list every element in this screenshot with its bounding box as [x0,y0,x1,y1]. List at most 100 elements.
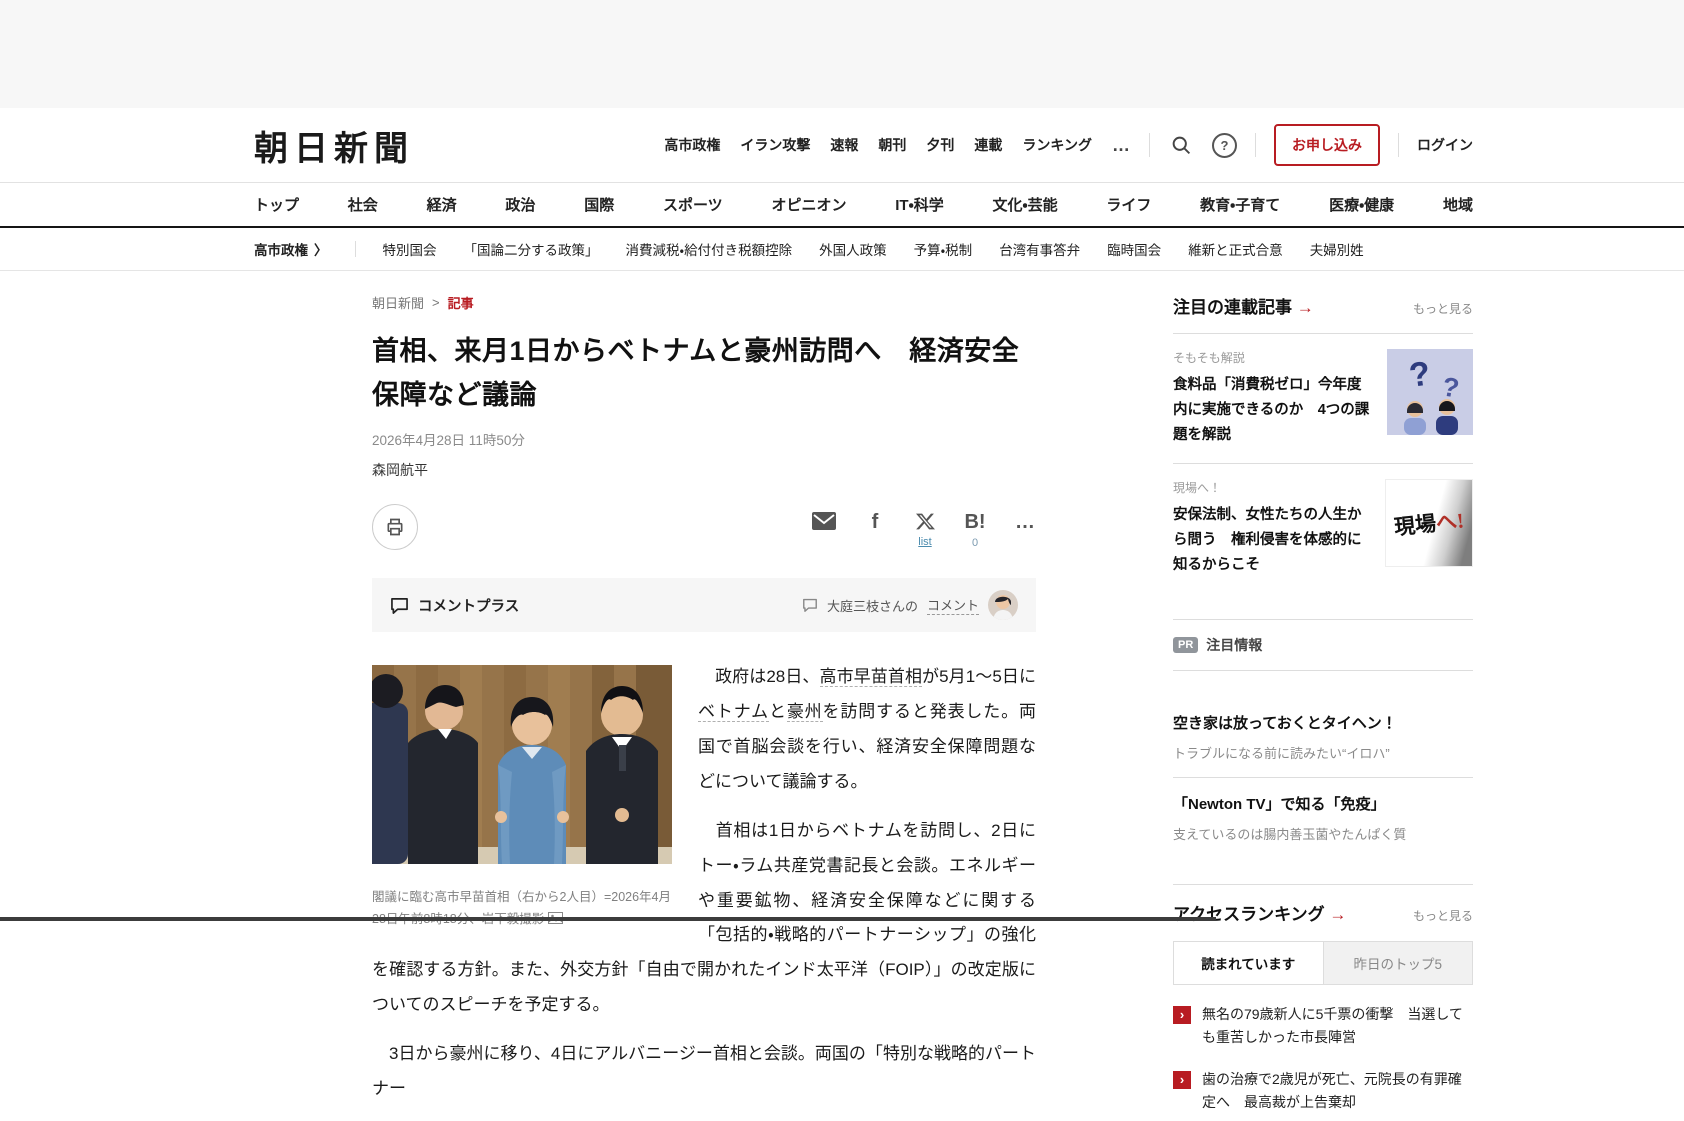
comment-plus-bar: コメントプラス 大庭三枝さんの コメント [372,578,1036,633]
featured-article-1[interactable]: そもそも解説 食料品「消費税ゼロ」今年度内に実施できるのか 4つの課題を解説 ?… [1173,349,1473,448]
subnav-item[interactable]: 予算・税制 [914,239,973,259]
share-more-button[interactable]: … [1014,512,1036,532]
chevron-right-icon: › [1173,1005,1191,1024]
keyword-link[interactable]: 高市早苗首相 [819,667,923,688]
subnav-item[interactable]: 夫婦別姓 [1310,239,1364,259]
subnav-item[interactable]: 特別国会 [383,239,437,259]
cabinet-meeting-photo[interactable] [360,665,672,865]
chevron-right-icon: › [1173,1070,1191,1089]
more-menu-icon[interactable]: … [1112,135,1131,156]
global-nav-item[interactable]: 文化・芸能 [992,194,1057,215]
article-body: 閣議に臨む高市早苗首相（右から2人目）=2026年4月28日午前8時18分、岩下… [360,660,1036,1106]
global-nav-item[interactable]: 地域 [1443,194,1473,215]
ranking-item[interactable]: › 歯の治療で2歳児が死亡、元院長の有罪確定へ 最高裁が上告棄却 [1173,1068,1473,1115]
speech-bubble-icon [803,599,817,613]
keyword-link[interactable]: ベトナム [698,702,769,723]
commenter-comment-link[interactable]: コメント [926,595,979,616]
featured-article-thumbnail: 現場へ! [1385,478,1473,567]
pr-item-1[interactable]: 空き家は放っておくとタイヘン！ トラブルになる前に読みたい“イロハ” [1173,712,1473,762]
divider [1255,133,1256,157]
question-marks-illustration: ?? [1387,349,1473,435]
printer-icon [387,519,403,536]
ranking-tabs: 読まれています 昨日のトップ5 [1173,940,1473,985]
pr-section-title: 注目情報 [1206,636,1263,653]
global-nav-item[interactable]: 経済 [427,194,457,215]
subnav-item[interactable]: 臨時国会 [1107,239,1161,259]
comment-plus-label[interactable]: コメントプラス [418,595,519,616]
subnav-item[interactable]: 消費減税・給付付き税額控除 [626,239,793,259]
ranking-item[interactable]: › 無名の79歳新人に5千票の衝撃 当選しても重苦しかった市長陣営 [1173,1003,1473,1050]
topic-subnav: 高市政権 〉 特別国会 「国論二分する政策」 消費減税・給付付き税額控除 外国人… [0,228,1684,271]
utility-nav-item[interactable]: ランキング [1022,135,1092,155]
subnav-item[interactable]: 維新と正式合意 [1188,239,1283,259]
subnav-item[interactable]: 外国人政策 [819,239,887,259]
share-email-button[interactable] [812,512,836,531]
share-x-button[interactable]: list [914,512,936,548]
divider [1149,133,1150,157]
share-row: f list B! 0 … [372,504,1036,551]
featured-article-thumbnail: ?? [1387,349,1473,435]
pr-section-header: PR 注目情報 [1173,635,1473,655]
divider [354,241,356,257]
subnav-item[interactable]: 「国論二分する政策」 [464,239,599,259]
global-nav-item[interactable]: 国際 [584,194,614,215]
featured-article-title: 安保法制、女性たちの人生から問う 権利侵害を体感的に知るからこそ [1173,506,1362,573]
featured-article-category: そもそも解説 [1173,351,1245,365]
help-icon[interactable]: ? [1212,132,1237,158]
featured-series-heading[interactable]: 注目の連載記事 → [1173,293,1314,318]
chevron-right-icon: 〉 [314,243,328,258]
speech-bubble-icon [391,598,408,614]
article-figure: 閣議に臨む高市早苗首相（右から2人目）=2026年4月28日午前8時18分、岩下… [360,665,672,930]
global-nav-item[interactable]: 政治 [505,194,535,215]
email-icon [812,512,836,531]
search-icon[interactable] [1168,132,1194,158]
site-logo[interactable]: 朝日新聞 [254,121,414,170]
article-title: 首相、来月1日からベトナムと豪州訪問へ 経済安全保障など議論 [372,336,1020,410]
arrow-right-icon: → [1296,298,1314,317]
global-nav-item[interactable]: IT・科学 [895,194,943,215]
global-nav-item[interactable]: トップ [254,194,299,215]
article-paragraph: 3日から豪州に移り、4日にアルバニージー首相と会談。両国の「特別な戦略的パートナ… [372,1043,1036,1098]
x-icon [915,514,935,530]
utility-nav-item[interactable]: 朝刊 [878,135,906,155]
print-button[interactable] [372,504,418,551]
keyword-link[interactable]: 豪州 [786,702,823,723]
login-button[interactable]: ログイン [1417,135,1473,155]
share-facebook-button[interactable]: f [864,512,886,532]
utility-nav: 高市政権 イラン攻撃 速報 朝刊 夕刊 連載 ランキング … [664,135,1131,156]
pr-badge: PR [1173,636,1199,653]
utility-nav-item[interactable]: 連載 [974,135,1002,155]
signup-button[interactable]: お申し込み [1274,124,1380,166]
commenter-avatar[interactable] [988,590,1018,621]
subnav-lead-takaichi[interactable]: 高市政権 〉 [254,239,328,259]
utility-nav-item[interactable]: 速報 [830,135,858,155]
global-nav-item[interactable]: 医療・健康 [1329,194,1394,215]
breadcrumb-current[interactable]: 記事 [448,293,474,312]
utility-nav-item[interactable]: 高市政権 [664,135,720,155]
utility-nav-item[interactable]: 夕刊 [926,135,954,155]
global-nav-item[interactable]: 社会 [348,194,378,215]
pr-item-2[interactable]: 「Newton TV」で知る「免疫」 支えているのは腸内善玉菌やたんぱく質 [1173,793,1473,843]
divider [1398,133,1399,157]
subnav-item[interactable]: 台湾有事答弁 [999,239,1080,259]
ranking-tab-yesterday[interactable]: 昨日のトップ5 [1322,941,1472,984]
featured-article-2[interactable]: 現場へ！ 安保法制、女性たちの人生から問う 権利侵害を体感的に知るからこそ 現場… [1173,478,1473,578]
featured-article-category: 現場へ！ [1173,480,1222,495]
ranking-more-link[interactable]: もっと見る [1413,907,1473,924]
breadcrumb-separator: > [432,295,440,310]
article-column: 朝日新聞 > 記事 首相、来月1日からベトナムと豪州訪問へ 経済安全保障など議論… [360,293,1036,1121]
share-hatena-button[interactable]: B! 0 [964,512,986,549]
x-list-link[interactable]: list [918,536,931,548]
global-nav-item[interactable]: オピニオン [771,194,846,215]
facebook-icon: f [871,511,879,534]
ranking-tab-now[interactable]: 読まれています [1174,941,1323,984]
utility-nav-item[interactable]: イラン攻撃 [740,135,810,155]
article-author[interactable]: 森岡航平 [372,460,1036,480]
global-nav-item[interactable]: スポーツ [663,194,723,215]
breadcrumb-home[interactable]: 朝日新聞 [372,293,424,312]
featured-more-link[interactable]: もっと見る [1413,300,1473,317]
global-nav-item[interactable]: ライフ [1106,194,1151,215]
hatena-count: 0 [971,537,979,550]
photo-caption: 閣議に臨む高市早苗首相（右から2人目）=2026年4月28日午前8時18分、岩下… [372,887,672,930]
global-nav-item[interactable]: 教育・子育て [1200,194,1280,215]
